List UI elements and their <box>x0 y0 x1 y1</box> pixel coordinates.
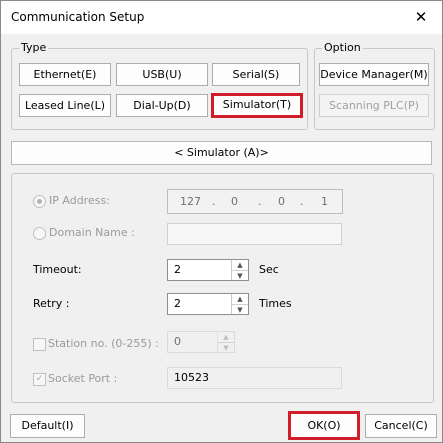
serial-button[interactable]: Serial(S) <box>212 63 300 86</box>
title-bar[interactable]: Communication Setup ✕ <box>1 1 442 34</box>
ip-dot-2: . <box>258 195 262 208</box>
spin-down-icon[interactable]: ▼ <box>232 270 248 280</box>
ok-button[interactable]: OK(O) <box>288 411 360 440</box>
ip-address-label: IP Address: <box>49 194 110 207</box>
option-group: Option Device Manager(M) Scanning PLC(P) <box>314 41 435 130</box>
retry-input[interactable]: 2 ▲ ▼ <box>167 293 249 315</box>
socket-port-value: 10523 <box>174 371 209 384</box>
dialog-window: Communication Setup ✕ Type Ethernet(E) U… <box>0 0 443 443</box>
station-no-input: 0 ▲ ▼ <box>167 331 235 353</box>
timeout-value: 2 <box>174 263 181 276</box>
leased-line-button[interactable]: Leased Line(L) <box>19 94 111 117</box>
ip-dot-3: . <box>300 195 304 208</box>
domain-name-radio <box>33 227 46 240</box>
timeout-label: Timeout: <box>33 263 82 276</box>
spin-up-icon[interactable]: ▲ <box>232 294 248 304</box>
station-no-value: 0 <box>174 335 181 348</box>
close-icon[interactable]: ✕ <box>406 5 436 29</box>
station-no-label: Station no. (0-255) : <box>48 337 159 350</box>
ip-octet-3: 0 <box>278 195 285 208</box>
device-manager-button[interactable]: Device Manager(M) <box>319 63 429 86</box>
option-legend: Option <box>322 41 363 54</box>
station-spinner: ▲ ▼ <box>217 332 234 352</box>
retry-unit: Times <box>259 297 292 310</box>
simulator-button[interactable]: Simulator(T) <box>211 93 303 118</box>
spin-up-icon: ▲ <box>223 333 229 341</box>
dial-up-button[interactable]: Dial-Up(D) <box>116 94 208 117</box>
retry-spinner[interactable]: ▲ ▼ <box>231 294 248 314</box>
settings-panel: IP Address: 127 . 0 . 0 . 1 Domain Name … <box>11 173 434 403</box>
ip-octet-2: 0 <box>231 195 238 208</box>
timeout-input[interactable]: 2 ▲ ▼ <box>167 259 249 281</box>
usb-button[interactable]: USB(U) <box>116 63 208 86</box>
ip-address-radio <box>33 195 46 208</box>
domain-name-field <box>167 223 342 245</box>
dialog-title: Communication Setup <box>11 10 145 24</box>
retry-label: Retry : <box>33 297 70 310</box>
default-button[interactable]: Default(I) <box>10 414 85 438</box>
timeout-unit: Sec <box>259 263 279 276</box>
cancel-button[interactable]: Cancel(C) <box>365 414 437 438</box>
socket-port-label: Socket Port : <box>48 372 118 385</box>
ip-address-field: 127 . 0 . 0 . 1 <box>167 189 343 214</box>
scanning-plc-button: Scanning PLC(P) <box>319 94 429 117</box>
ip-octet-4: 1 <box>321 195 328 208</box>
spin-up-icon[interactable]: ▲ <box>232 260 248 270</box>
spin-down-icon: ▼ <box>218 342 234 352</box>
type-legend: Type <box>19 41 49 54</box>
station-no-checkbox <box>33 338 46 351</box>
domain-name-label: Domain Name : <box>49 226 135 239</box>
spin-down-icon[interactable]: ▼ <box>232 304 248 314</box>
socket-port-checkbox: ✓ <box>33 373 46 386</box>
socket-port-field: 10523 <box>167 367 342 389</box>
simulator-header-bar: < Simulator (A)> <box>11 141 432 165</box>
ip-octet-1: 127 <box>180 195 201 208</box>
ethernet-button[interactable]: Ethernet(E) <box>19 63 111 86</box>
timeout-spinner[interactable]: ▲ ▼ <box>231 260 248 280</box>
retry-value: 2 <box>174 297 181 310</box>
ip-dot-1: . <box>212 195 216 208</box>
type-group: Type Ethernet(E) USB(U) Serial(S) Leased… <box>11 41 308 130</box>
